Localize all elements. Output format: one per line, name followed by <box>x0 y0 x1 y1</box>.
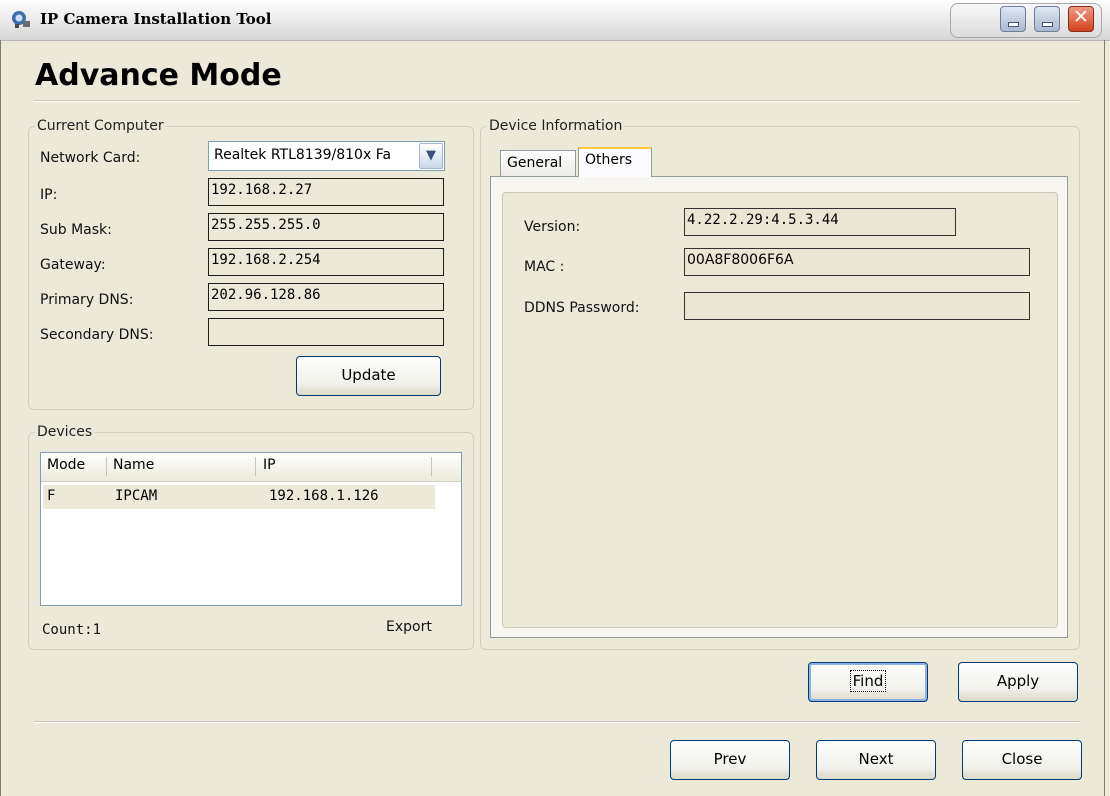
network-card-label: Network Card: <box>40 150 141 166</box>
tab-general[interactable]: General <box>500 150 576 176</box>
network-card-select[interactable]: Realtek RTL8139/810x Fa ▼ <box>208 141 445 171</box>
heading-divider <box>34 100 1080 102</box>
primary-dns-label: Primary DNS: <box>40 292 134 308</box>
mac-label: MAC : <box>524 259 565 275</box>
close-button[interactable]: Close <box>962 740 1082 780</box>
ddns-password-field[interactable] <box>684 292 1030 320</box>
mac-field[interactable]: 00A8F8006F6A <box>684 248 1030 276</box>
column-separator[interactable] <box>431 457 432 476</box>
export-link[interactable]: Export <box>386 619 432 635</box>
count-value: 1 <box>92 622 102 638</box>
page-title: Advance Mode <box>35 58 282 93</box>
apply-button[interactable]: Apply <box>958 662 1078 702</box>
devices-list[interactable]: Mode Name IP F IPCAM 192.168.1.126 <box>40 452 462 606</box>
column-header-mode[interactable]: Mode <box>47 457 85 473</box>
minimize-icon <box>1043 23 1052 26</box>
minimize-secondary-button[interactable] <box>1034 6 1060 32</box>
column-separator[interactable] <box>255 457 256 476</box>
device-information-legend: Device Information <box>489 118 623 134</box>
column-separator[interactable] <box>106 457 107 476</box>
window-title: IP Camera Installation Tool <box>40 10 272 28</box>
submask-label: Sub Mask: <box>40 222 112 238</box>
title-bar: IP Camera Installation Tool ✕ <box>0 0 1110 41</box>
submask-field[interactable]: 255.255.255.0 <box>208 213 444 241</box>
tab-others[interactable]: Others <box>578 147 652 177</box>
camera-app-icon <box>12 11 30 28</box>
find-button-label: Find <box>849 670 887 692</box>
devices-list-header: Mode Name IP <box>41 453 461 482</box>
chevron-down-icon[interactable]: ▼ <box>419 143 443 169</box>
column-header-name[interactable]: Name <box>113 457 154 473</box>
secondary-dns-field[interactable] <box>208 318 444 346</box>
device-ip-cell: 192.168.1.126 <box>269 488 379 504</box>
column-header-ip[interactable]: IP <box>263 457 276 473</box>
gateway-field[interactable]: 192.168.2.254 <box>208 248 444 276</box>
ip-field[interactable]: 192.168.2.27 <box>208 178 444 206</box>
minimize-button[interactable] <box>1000 6 1026 32</box>
network-card-value: Realtek RTL8139/810x Fa <box>214 147 392 163</box>
ip-label: IP: <box>40 187 58 203</box>
current-computer-legend: Current Computer <box>37 118 164 134</box>
close-window-button[interactable]: ✕ <box>1068 6 1094 32</box>
count-label: Count: <box>42 622 93 638</box>
close-icon: ✕ <box>1073 6 1089 28</box>
find-button[interactable]: Find <box>808 662 928 702</box>
prev-button[interactable]: Prev <box>670 740 790 780</box>
footer-divider <box>34 721 1080 723</box>
next-button[interactable]: Next <box>816 740 936 780</box>
device-mode-cell: F <box>47 488 56 504</box>
table-row[interactable]: F IPCAM 192.168.1.126 <box>43 485 435 509</box>
gateway-label: Gateway: <box>40 257 106 273</box>
devices-legend: Devices <box>37 424 93 440</box>
primary-dns-field[interactable]: 202.96.128.86 <box>208 283 444 311</box>
secondary-dns-label: Secondary DNS: <box>40 327 154 343</box>
ddns-password-label: DDNS Password: <box>524 300 640 316</box>
device-count: Count:1 <box>42 622 101 638</box>
minimize-icon <box>1009 23 1018 26</box>
version-field[interactable]: 4.22.2.29:4.5.3.44 <box>684 208 956 236</box>
version-label: Version: <box>524 219 581 235</box>
device-name-cell: IPCAM <box>115 488 158 504</box>
update-button[interactable]: Update <box>296 356 441 396</box>
